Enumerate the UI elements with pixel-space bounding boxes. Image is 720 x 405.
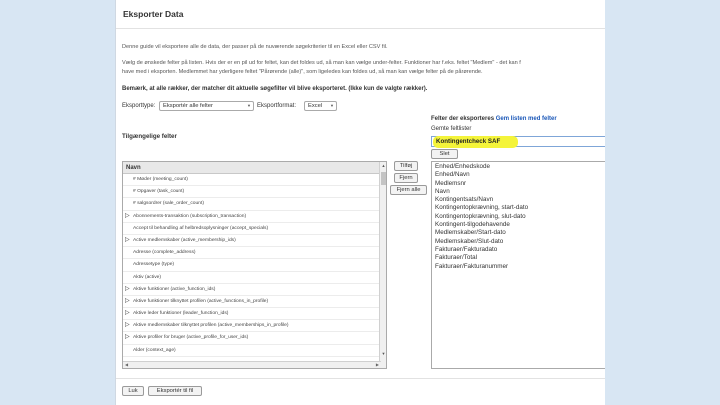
expand-triangle-icon[interactable]: ▷ — [125, 235, 130, 246]
chevron-down-icon: ▼ — [247, 103, 251, 108]
list-item[interactable]: # Møder (meeting_count) — [123, 174, 386, 187]
list-item-label: Alder (context_age) — [133, 347, 176, 353]
expand-triangle-icon[interactable]: ▷ — [125, 211, 130, 222]
scroll-left-icon[interactable]: ◀ — [125, 362, 128, 368]
list-item[interactable]: # Opgaver (task_count) — [123, 186, 386, 199]
export-field-item[interactable]: Medlemskaber/Slut-dato — [435, 238, 605, 246]
list-item-label: Accept til behandling af helbredsoplysni… — [133, 225, 269, 231]
export-field-item[interactable]: Medlemskaber/Start-dato — [435, 229, 605, 237]
list-item-label: Aktiv (active) — [133, 274, 161, 280]
list-item[interactable]: ▷ Aktive funktioner tilknyttet profilen (… — [123, 296, 386, 309]
export-dialog: Eksporter Data Denne guide vil eksporter… — [115, 0, 605, 405]
export-rows: Enhed/Enhedskode Enhed/Navn Medlemsnr Navn K… — [435, 163, 605, 271]
expand-triangle-icon[interactable]: ▷ — [125, 308, 130, 319]
remove-button[interactable]: Fjern — [394, 173, 418, 183]
list-item-label: Adresse (complete_address) — [133, 250, 196, 256]
export-fields-heading-text: Felter der eksporteres — [431, 116, 495, 122]
export-field-item[interactable]: Kontingentopkrævning, slut-dato — [435, 213, 605, 221]
list-item[interactable]: Adressetype (type) — [123, 259, 386, 272]
export-format-value: Excel — [308, 103, 323, 109]
title-divider — [116, 28, 605, 29]
export-field-item[interactable]: Enhed/Navn — [435, 171, 605, 179]
scroll-thumb[interactable] — [381, 172, 386, 185]
list-item[interactable]: ▷ Aktive profiler for bruger (active_prof… — [123, 332, 386, 345]
export-note: Bemærk, at alle rækker, der matcher dit … — [122, 86, 428, 92]
scroll-down-icon[interactable]: ▼ — [380, 350, 386, 357]
scroll-right-icon[interactable]: ▶ — [376, 362, 379, 368]
saved-list-value[interactable]: Kontingentcheck SAF — [433, 136, 518, 148]
intro-text: Denne guide vil eksportere alle de data,… — [122, 44, 388, 50]
list-item[interactable]: # salgsordrer (sale_order_count) — [123, 198, 386, 211]
expand-triangle-icon[interactable]: ▷ — [125, 296, 130, 307]
scroll-up-icon[interactable]: ▲ — [380, 162, 386, 169]
export-field-item[interactable]: Kontingent-tilgodehavende — [435, 221, 605, 229]
list-item[interactable]: ▷ Aktive funktioner (active_function_ids) — [123, 284, 386, 296]
delete-button[interactable]: Slet — [431, 149, 458, 159]
list-item-label: # Opgaver (task_count) — [133, 189, 185, 195]
list-item-label: Aktive profiler for bruger (active_profi… — [133, 335, 249, 341]
horizontal-scrollbar[interactable]: ◀ ▶ — [123, 361, 381, 368]
list-item[interactable]: ▷ Aktive leder funktioner (leader_functio… — [123, 308, 386, 321]
list-item-label: Aktive medlemskaber tilknyttet profilen … — [133, 323, 289, 329]
export-to-file-button[interactable]: Eksportér til fil — [148, 386, 202, 396]
available-fields-heading: Tilgængelige felter — [122, 133, 177, 140]
remove-all-button[interactable]: Fjern alle — [390, 185, 427, 195]
list-item[interactable]: Alder (context_age) — [123, 345, 386, 357]
export-field-item[interactable]: Fakturaer/Total — [435, 254, 605, 262]
export-format-label: Eksportformat: — [257, 103, 297, 109]
list-item[interactable]: ▷ Active medlemskaber (active_membership_… — [123, 235, 386, 248]
saved-lists-label: Gemte feltlister — [431, 126, 472, 132]
list-item-label: Active medlemskaber (active_membership_i… — [133, 237, 236, 243]
export-field-item[interactable]: Kontingentopkrævning, start-dato — [435, 204, 605, 212]
export-format-select[interactable]: Excel ▼ — [304, 101, 337, 111]
list-item[interactable]: Aktiv (active) — [123, 272, 386, 284]
list-item-label: # Møder (meeting_count) — [133, 177, 188, 182]
export-type-select[interactable]: Eksportér alle felter ▼ — [159, 101, 254, 111]
list-item-label: Aktive leder funktioner (leader_function… — [133, 311, 229, 317]
export-field-item[interactable]: Kontingentsats/Navn — [435, 196, 605, 204]
available-fields-list[interactable]: Navn # Møder (meeting_count) # Opgaver (t… — [122, 161, 387, 369]
expand-triangle-icon[interactable]: ▷ — [125, 332, 130, 343]
list-item-label: Adressetype (type) — [133, 262, 175, 268]
export-field-item[interactable]: Navn — [435, 188, 605, 196]
export-field-item[interactable]: Fakturaer/Fakturadato — [435, 246, 605, 254]
list-item[interactable]: ▷ Abonnements-transaktion (subscription_t… — [123, 211, 386, 223]
list-item[interactable]: Accept til behandling af helbredsoplysni… — [123, 223, 386, 235]
column-header-name[interactable]: Navn — [123, 162, 386, 174]
save-field-list-link[interactable]: Gem listen med felter — [496, 116, 557, 122]
list-item[interactable]: ▷ Aktive medlemskaber tilknyttet profilen… — [123, 320, 386, 333]
list-item-label: Aktive funktioner tilknyttet profilen (a… — [133, 298, 269, 304]
export-type-value: Eksportér alle felter — [163, 103, 213, 109]
chevron-down-icon: ▼ — [330, 103, 334, 108]
expand-triangle-icon[interactable]: ▷ — [125, 284, 130, 295]
footer-divider — [116, 378, 605, 379]
available-rows: # Møder (meeting_count) # Opgaver (task_c… — [123, 174, 386, 357]
export-field-item[interactable]: Medlemsnr — [435, 180, 605, 188]
export-field-item[interactable]: Fakturaer/Fakturanummer — [435, 263, 605, 271]
dialog-title: Eksporter Data — [123, 9, 184, 19]
list-item-label: # salgsordrer (sale_order_count) — [133, 201, 204, 207]
list-item[interactable]: Adresse (complete_address) — [123, 247, 386, 260]
export-fields-heading: Felter der eksporteres Gem listen med fe… — [431, 116, 557, 122]
expand-triangle-icon[interactable]: ▷ — [125, 320, 130, 331]
instructions-line-2: have med i eksporten. Medlemmet har yder… — [122, 69, 483, 75]
vertical-scrollbar[interactable]: ▲ ▼ — [379, 162, 386, 368]
list-item-label: Abonnements-transaktion (subscription_tr… — [133, 213, 247, 219]
list-item-label: Aktive funktioner (active_function_ids) — [133, 286, 216, 292]
export-fields-list[interactable]: Enhed/Enhedskode Enhed/Navn Medlemsnr Navn K… — [431, 161, 605, 369]
export-field-item[interactable]: Enhed/Enhedskode — [435, 163, 605, 171]
add-button[interactable]: Tilføj — [394, 161, 418, 171]
instructions-line-1: Vælg de ønskede felter på listen. Hvis d… — [122, 60, 521, 66]
export-type-label: Eksporttype: — [122, 103, 156, 109]
close-button[interactable]: Luk — [122, 386, 144, 396]
